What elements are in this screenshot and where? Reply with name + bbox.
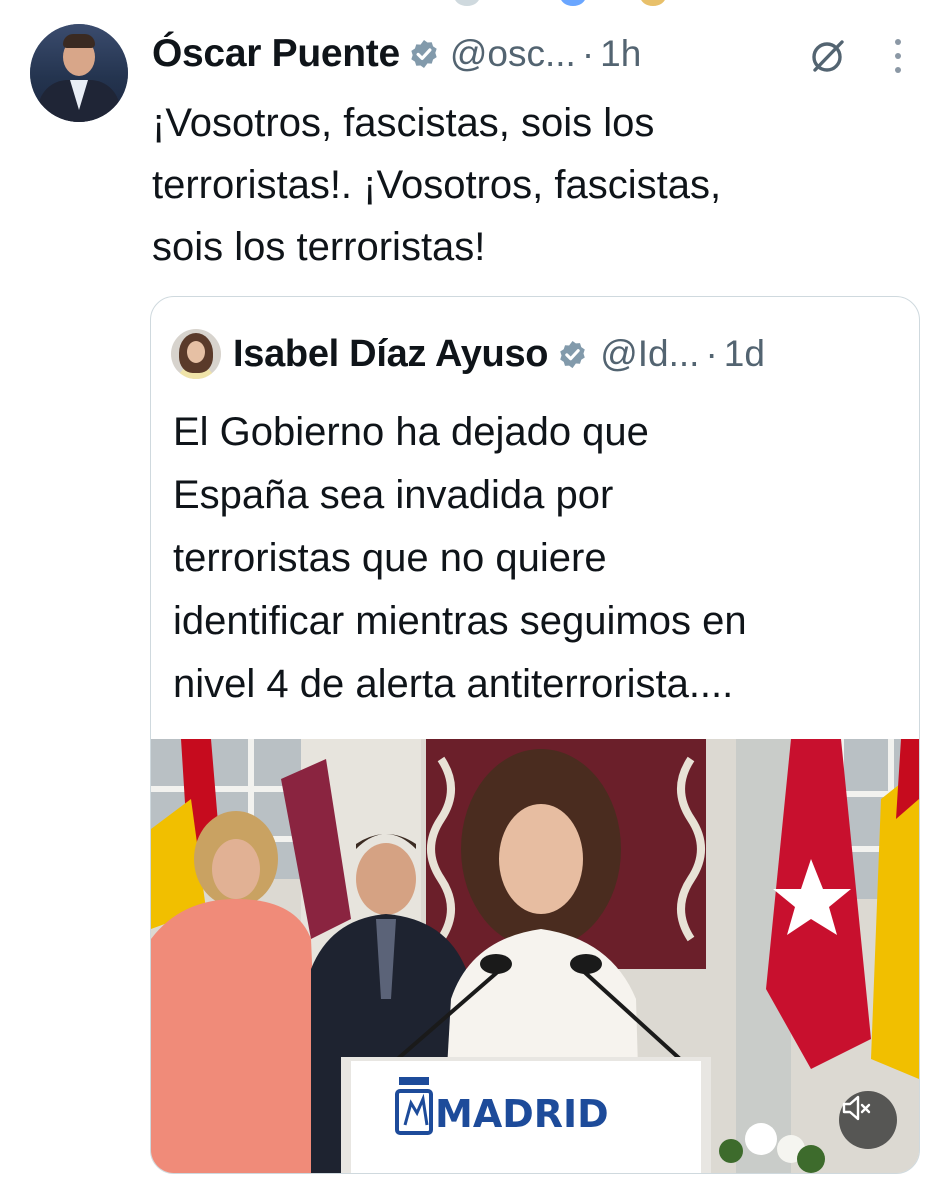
- separator-dot: ·: [705, 333, 718, 374]
- grok-icon[interactable]: [806, 34, 850, 78]
- quoted-tweet-photo[interactable]: MADRID: [151, 739, 919, 1173]
- press-conference-photo: MADRID: [151, 739, 919, 1173]
- cropped-top-icons: [0, 0, 949, 8]
- quoted-tweet-text: El Gobierno ha dejado que España sea inv…: [173, 410, 747, 706]
- more-vertical-icon[interactable]: [890, 34, 906, 78]
- quoted-tweet[interactable]: Isabel Díaz Ayuso @Id... · 1d El Gobiern…: [150, 296, 920, 1174]
- author-handle[interactable]: @osc...: [450, 33, 576, 75]
- tweet-time[interactable]: 1h: [600, 33, 641, 75]
- quoted-author-avatar[interactable]: [171, 329, 221, 379]
- tweet-text: ¡Vosotros, fascistas, sois los terrorist…: [152, 101, 722, 269]
- podium-sign-text: MADRID: [435, 1092, 609, 1136]
- verified-badge-icon: [411, 40, 437, 68]
- quoted-tweet-time[interactable]: 1d: [724, 333, 765, 375]
- author-avatar[interactable]: [30, 24, 128, 122]
- verified-badge-icon: [560, 340, 585, 368]
- tweet-header: Óscar Puente @osc... · 1h: [152, 28, 641, 80]
- quoted-tweet-header: Isabel Díaz Ayuso @Id... · 1d: [233, 327, 765, 381]
- author-name[interactable]: Óscar Puente: [152, 32, 400, 76]
- quoted-author-name[interactable]: Isabel Díaz Ayuso: [233, 333, 549, 376]
- quoted-author-handle[interactable]: @Id...: [600, 333, 699, 375]
- speaker-muted-icon[interactable]: [839, 1091, 897, 1149]
- separator-dot: ·: [581, 33, 595, 74]
